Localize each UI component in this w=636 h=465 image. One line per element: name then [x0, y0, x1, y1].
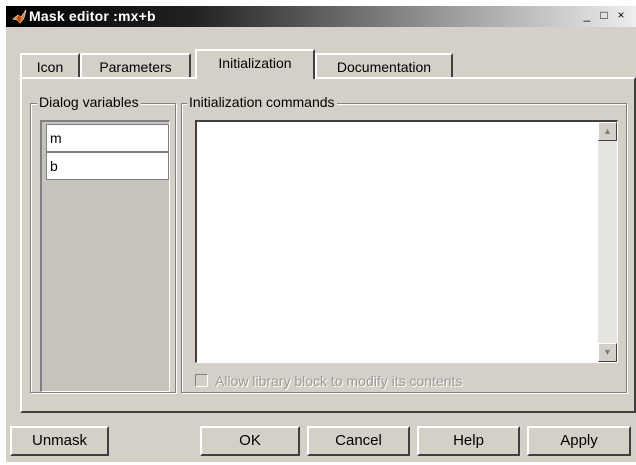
close-button[interactable]: × [613, 9, 629, 23]
button-label: Help [453, 432, 484, 449]
arrow-up-icon: ▲ [603, 126, 612, 136]
minimize-icon: _ [583, 8, 591, 22]
vertical-scrollbar[interactable]: ▲ ▼ [598, 122, 617, 362]
cancel-button[interactable]: Cancel [307, 426, 410, 456]
dialog-variables-list[interactable]: m b [40, 120, 170, 392]
button-label: OK [239, 432, 261, 449]
unmask-button[interactable]: Unmask [10, 426, 109, 456]
allow-modify-checkbox [195, 374, 208, 387]
initialization-commands-label: Initialization commands [187, 94, 337, 110]
button-label: Apply [560, 432, 598, 449]
list-item[interactable]: b [46, 152, 169, 180]
button-label: Unmask [31, 432, 87, 449]
initialization-commands-editor[interactable]: ▲ ▼ [195, 120, 618, 363]
title-bar[interactable]: Mask editor :mx+b _ □ × [6, 6, 636, 27]
arrow-down-icon: ▼ [603, 347, 612, 357]
button-label: Cancel [335, 432, 382, 449]
list-item[interactable]: m [46, 124, 169, 152]
tab-label: Initialization [218, 55, 292, 71]
help-button[interactable]: Help [417, 426, 520, 456]
tab-label: Icon [36, 59, 64, 75]
matlab-logo-icon [12, 9, 28, 24]
tab-label: Documentation [336, 59, 432, 75]
dialog-variables-label: Dialog variables [37, 94, 141, 110]
apply-button[interactable]: Apply [527, 426, 631, 456]
maximize-icon: □ [600, 8, 608, 22]
scroll-down-button[interactable]: ▼ [598, 343, 617, 362]
ok-button[interactable]: OK [200, 426, 300, 456]
allow-modify-label: Allow library block to modify its conten… [215, 373, 463, 389]
close-icon: × [617, 8, 625, 22]
tab-initialization[interactable]: Initialization [195, 49, 315, 79]
maximize-button[interactable]: □ [596, 9, 612, 23]
window-title: Mask editor :mx+b [29, 8, 156, 24]
mask-editor-window: Mask editor :mx+b _ □ × Icon Parameters … [6, 6, 636, 462]
tab-parameters[interactable]: Parameters [80, 53, 191, 77]
tab-documentation[interactable]: Documentation [315, 53, 453, 77]
tab-label: Parameters [99, 59, 172, 75]
scroll-up-button[interactable]: ▲ [598, 122, 617, 141]
minimize-button[interactable]: _ [579, 9, 595, 23]
tab-icon[interactable]: Icon [20, 53, 80, 77]
